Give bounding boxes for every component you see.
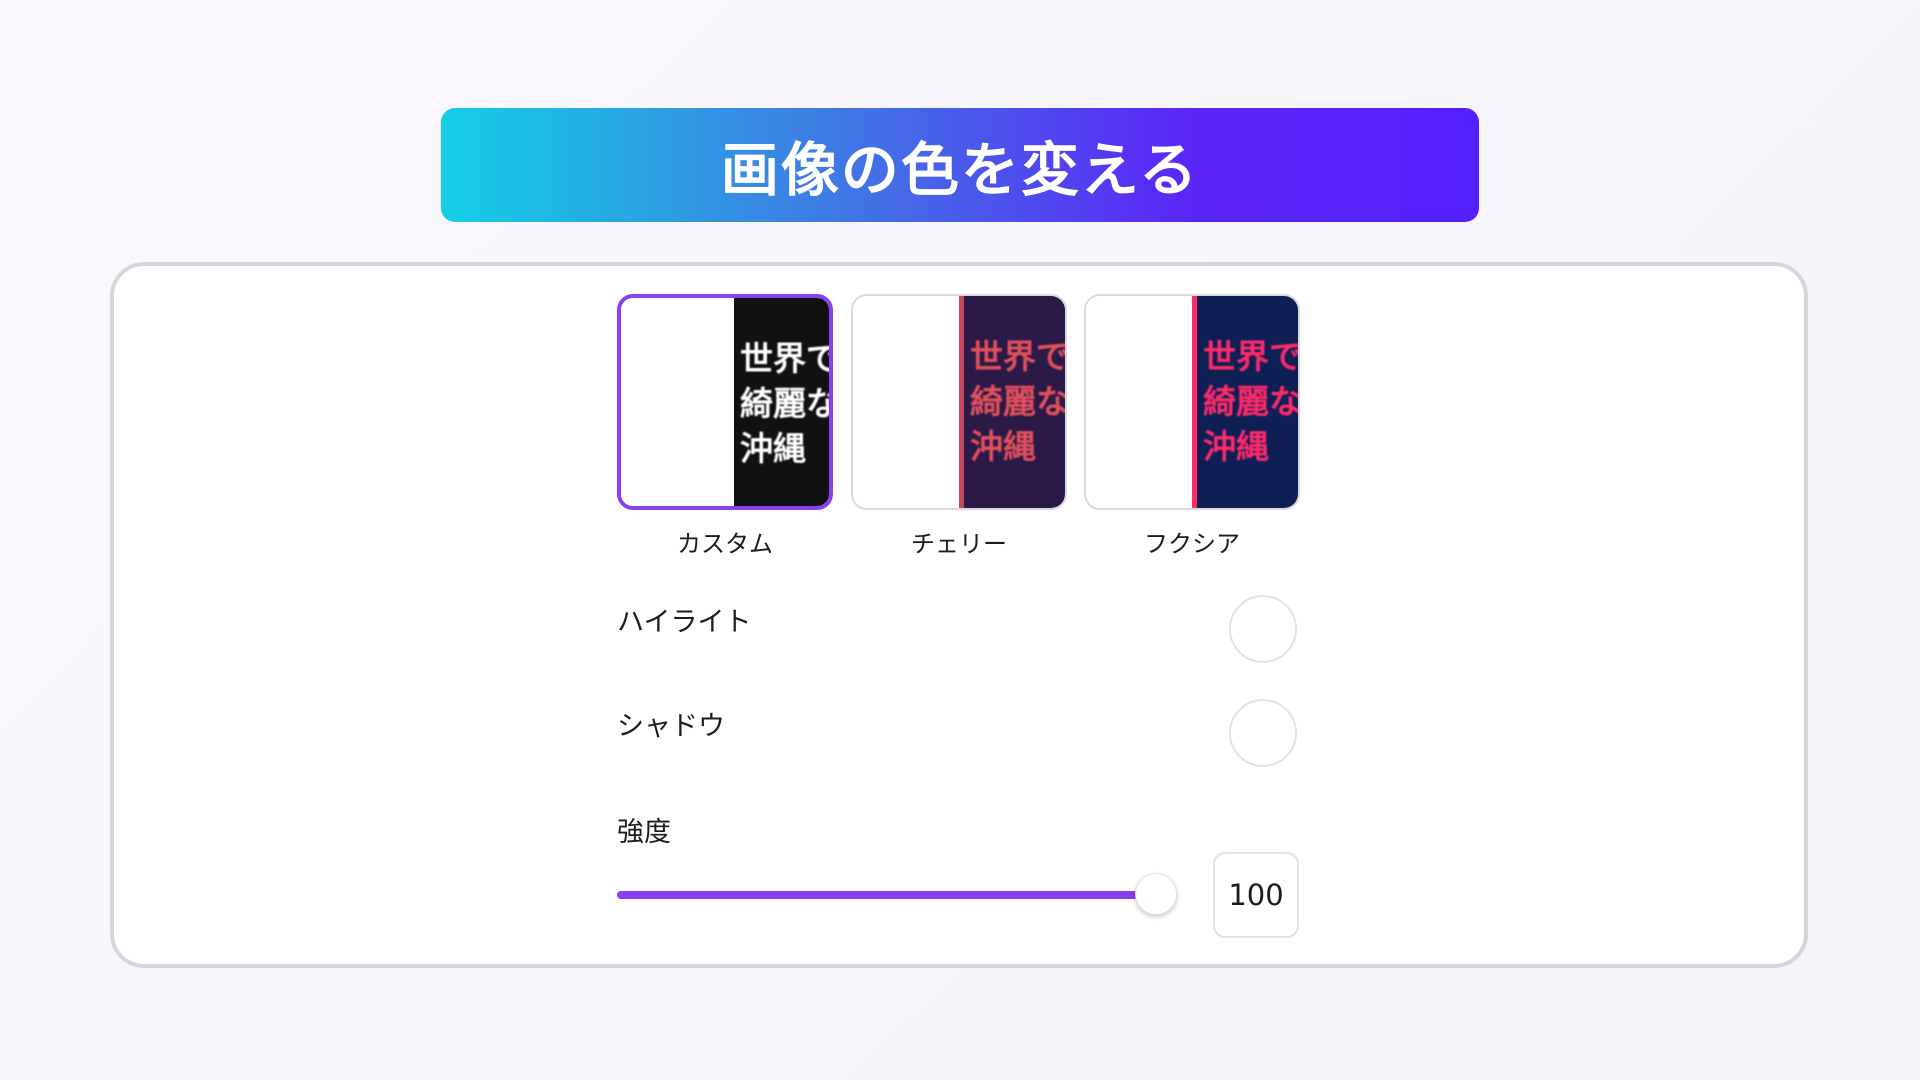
preview-text-area: 世界で 綺麗な 沖縄 xyxy=(959,296,1065,508)
preset-cherry[interactable]: 世界で 綺麗な 沖縄 xyxy=(851,294,1067,510)
preview-blank-area xyxy=(853,296,959,508)
preview-text-area: 世界で 綺麗な 沖縄 xyxy=(734,298,829,506)
intensity-label: 強度 xyxy=(617,817,671,848)
intensity-value: 100 xyxy=(1228,878,1284,912)
preview-line: 世界で xyxy=(1203,337,1298,376)
preview-line: 沖縄 xyxy=(1203,427,1269,466)
preset-custom[interactable]: 世界で 綺麗な 沖縄 xyxy=(617,294,833,510)
preview-text-area: 世界で 綺麗な 沖縄 xyxy=(1192,296,1298,508)
preset-label-cherry: チェリー xyxy=(911,530,1007,558)
preview-line: 綺麗な xyxy=(740,384,829,423)
preview-line: 沖縄 xyxy=(970,427,1036,466)
shadow-label: シャドウ xyxy=(617,711,725,742)
highlight-color-picker[interactable] xyxy=(1229,595,1297,663)
page-title: 画像の色を変える xyxy=(720,136,1200,204)
preview-line: 綺麗な xyxy=(970,382,1065,421)
title-banner: 画像の色を変える xyxy=(441,108,1479,222)
preset-label-fuchsia: フクシア xyxy=(1144,530,1240,558)
preset-label-custom: カスタム xyxy=(677,530,773,558)
intensity-slider-track[interactable] xyxy=(617,891,1156,899)
preview-blank-area xyxy=(1086,296,1192,508)
highlight-label: ハイライト xyxy=(617,607,752,638)
shadow-color-picker[interactable] xyxy=(1229,699,1297,767)
preview-line: 沖縄 xyxy=(740,429,806,468)
intensity-slider-thumb[interactable] xyxy=(1135,873,1177,915)
preset-fuchsia[interactable]: 世界で 綺麗な 沖縄 xyxy=(1084,294,1300,510)
preview-line: 綺麗な xyxy=(1203,382,1298,421)
preview-line: 世界で xyxy=(970,337,1065,376)
preview-blank-area xyxy=(621,298,734,506)
preview-line: 世界で xyxy=(740,339,829,378)
intensity-value-input[interactable]: 100 xyxy=(1213,852,1299,938)
